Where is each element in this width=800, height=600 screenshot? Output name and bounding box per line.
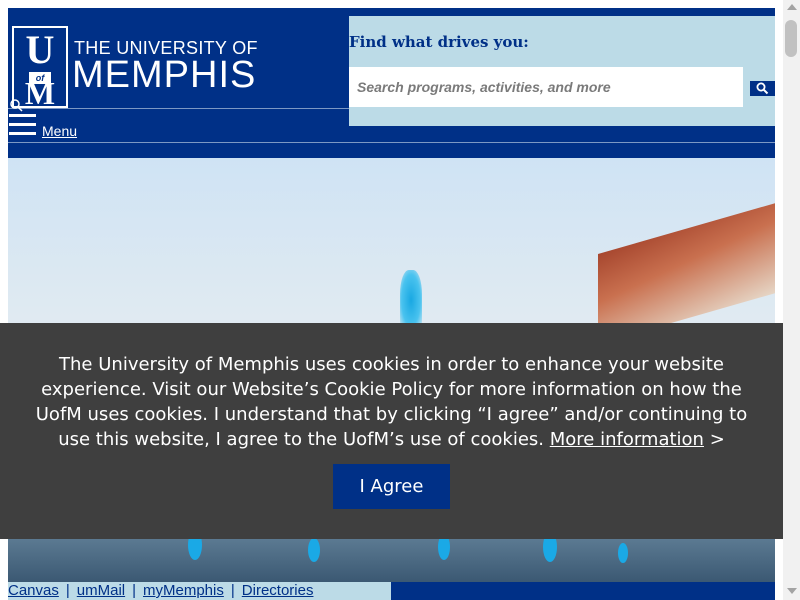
search-icon[interactable] [9,98,23,112]
search-label: Find what drives you: [349,33,529,51]
footer-separator: | [132,582,137,599]
footer-link-canvas[interactable]: Canvas [8,582,59,599]
hero-water-jet [618,543,628,563]
search-button[interactable] [750,81,775,96]
footer-quick-links: Canvas | umMail | myMemphis | Directories [8,582,391,600]
scrollbar-thumb[interactable] [785,20,797,57]
scroll-down-arrow-icon[interactable] [787,588,797,594]
footer-bar [391,582,775,600]
more-information-link[interactable]: More information [550,429,704,450]
search-input[interactable] [349,67,743,107]
hero-water-jet [308,538,320,562]
scroll-up-arrow-icon[interactable] [787,4,797,10]
logo-u: U [25,27,55,72]
menu-link[interactable]: Menu [42,123,77,139]
footer-separator: | [230,582,235,599]
cookie-message: The University of Memphis uses cookies i… [20,352,763,452]
cookie-banner: The University of Memphis uses cookies i… [0,323,783,539]
hero-fountain-jet [400,270,422,330]
search-icon [756,82,769,95]
university-logo[interactable]: U of M [12,26,68,109]
agree-button[interactable]: I Agree [333,464,450,509]
header-divider [8,108,349,109]
footer-link-directories[interactable]: Directories [242,582,314,599]
nav-bar [8,143,775,158]
footer-link-ummail[interactable]: umMail [77,582,125,599]
vertical-scrollbar[interactable] [783,0,800,600]
page: U of M THE UNIVERSITY OF MEMPHIS Find wh… [0,0,800,600]
menu-icon[interactable] [9,114,36,136]
more-information-arrow: > [709,429,725,450]
wordmark-memphis[interactable]: MEMPHIS [72,54,256,97]
footer-link-mymemphis[interactable]: myMemphis [143,582,224,599]
footer-separator: | [65,582,70,599]
